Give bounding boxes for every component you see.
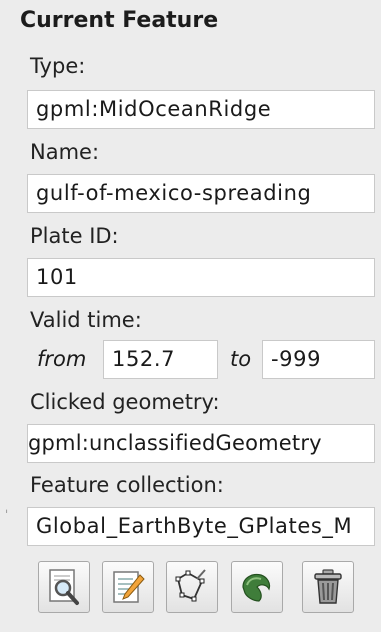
from-label: from [37, 347, 87, 371]
reconstruction-pole-icon [237, 567, 277, 607]
feature-collection-field[interactable]: Global_EarthByte_GPlates_M [27, 507, 375, 546]
clicked-geometry-field[interactable]: gpml:unclassifiedGeometry [27, 424, 375, 463]
type-field[interactable]: gpml:MidOceanRidge [27, 90, 375, 129]
query-feature-button[interactable] [38, 561, 90, 613]
digitise-geometry-button[interactable] [166, 561, 218, 613]
panel-title: Current Feature [20, 8, 219, 33]
to-label: to [230, 347, 252, 371]
digitise-geometry-icon [172, 567, 212, 607]
to-time-field[interactable]: -999 [262, 340, 375, 379]
edit-notepad-icon [109, 567, 147, 607]
current-feature-panel: Current Feature Type: gpml:MidOceanRidge… [0, 0, 381, 632]
type-label: Type: [30, 54, 86, 78]
edit-feature-button[interactable] [102, 561, 154, 613]
resize-marker-icon: ˈ [5, 508, 9, 522]
reconstruction-pole-button[interactable] [231, 561, 283, 613]
plate-id-field[interactable]: 101 [27, 258, 375, 297]
valid-time-label: Valid time: [30, 308, 142, 332]
trash-can-icon [310, 567, 346, 607]
clicked-geometry-label: Clicked geometry: [30, 390, 220, 414]
feature-collection-label: Feature collection: [30, 473, 224, 497]
name-label: Name: [30, 140, 100, 164]
from-time-field[interactable]: 152.7 [103, 340, 218, 379]
query-magnifier-icon [45, 567, 83, 607]
delete-feature-button[interactable] [302, 561, 354, 613]
name-field[interactable]: gulf-of-mexico-spreading [27, 174, 375, 213]
plate-id-label: Plate ID: [30, 224, 119, 248]
